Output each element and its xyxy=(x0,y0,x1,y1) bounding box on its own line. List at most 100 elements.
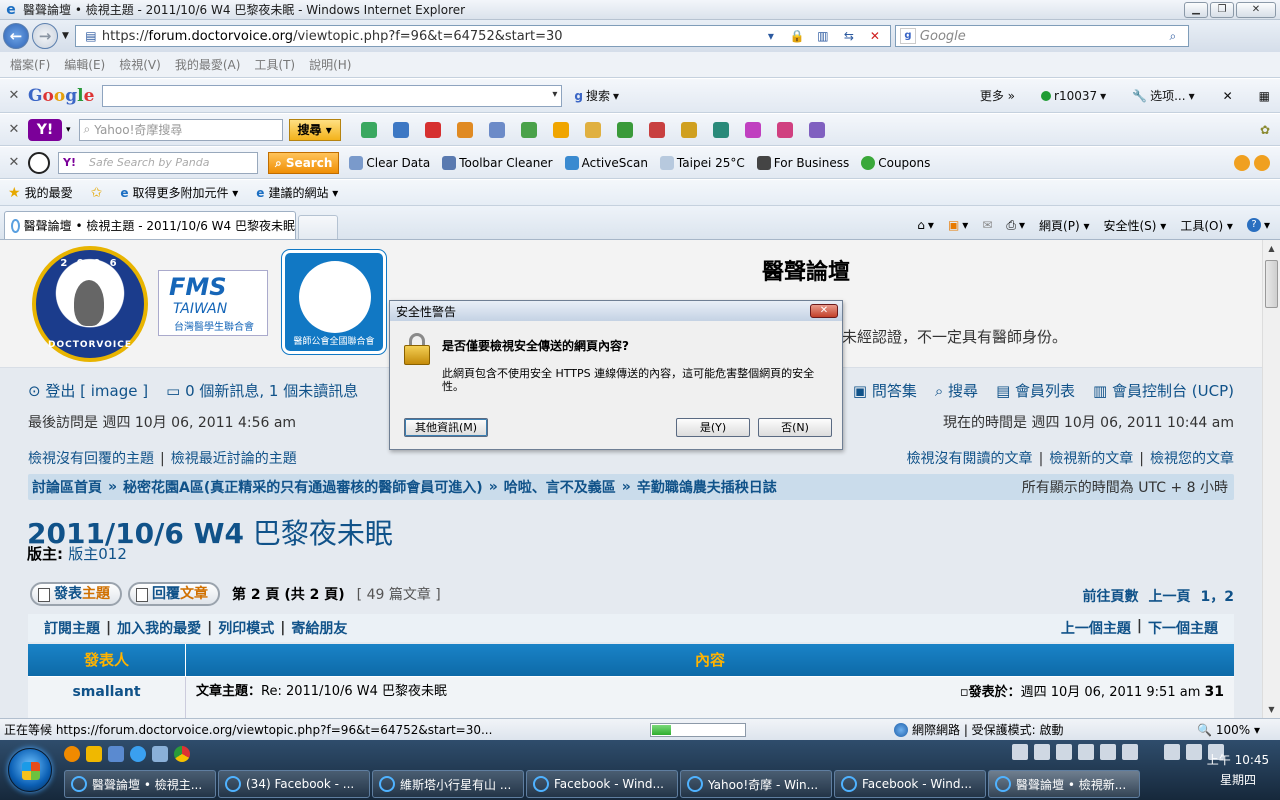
explorer-icon[interactable] xyxy=(108,746,124,762)
address-url[interactable]: https://forum.doctorvoice.org/viewtopic.… xyxy=(102,29,760,44)
no-button[interactable]: 否(N) xyxy=(758,418,832,437)
messenger-icon[interactable] xyxy=(776,121,793,138)
panda-search-button[interactable]: ⌕ Search xyxy=(268,151,340,174)
mail-icon[interactable] xyxy=(424,121,441,138)
moderator-link[interactable]: 版主012 xyxy=(68,545,127,563)
new-tab-button[interactable] xyxy=(298,215,338,239)
close-window-button[interactable]: ✕ xyxy=(1236,1,1276,18)
more-info-button[interactable]: 其他資訊(M) xyxy=(404,418,488,437)
task-button[interactable]: (34) Facebook - ... xyxy=(218,770,370,798)
options-button[interactable]: 🔧 选项... ▾ xyxy=(1132,87,1194,104)
ime-icon[interactable] xyxy=(1034,744,1050,760)
feeds-button[interactable]: ▣ ▾ xyxy=(948,218,968,232)
panda-search-input[interactable]: Safe Search by Panda xyxy=(58,151,258,174)
yahoo-logo[interactable]: Y! xyxy=(28,118,62,141)
toolbar-menu-icon[interactable]: ▦ xyxy=(1259,89,1270,103)
bookmark-icon[interactable] xyxy=(360,121,377,138)
clipboard-icon[interactable] xyxy=(392,121,409,138)
media-player-icon[interactable] xyxy=(86,746,102,762)
lock-icon[interactable]: 🔒 xyxy=(786,26,808,46)
get-addons-link[interactable]: e 取得更多附加元件 ▾ xyxy=(120,184,238,201)
unanswered-link[interactable]: 檢視沒有回覆的主題 xyxy=(28,451,154,467)
subscribe-link[interactable]: 訂閱主題 xyxy=(44,618,100,638)
news-icon[interactable] xyxy=(520,121,537,138)
network-icon[interactable] xyxy=(1012,744,1028,760)
post-number[interactable]: 31 xyxy=(1205,684,1224,700)
mail-button[interactable]: ✉ xyxy=(982,218,992,232)
new-posts-link[interactable]: 檢視新的文章 xyxy=(1049,451,1133,467)
task-button[interactable]: Facebook - Wind... xyxy=(526,770,678,798)
doctorvoice-logo[interactable]: 2 0 0 6 DOCTORVOICE xyxy=(32,246,148,362)
breadcrumb-home[interactable]: 討論區首頁 xyxy=(32,477,102,497)
safety-menu[interactable]: 安全性(S) ▾ xyxy=(1103,217,1166,234)
fms-taiwan-logo[interactable]: FMS TAIWAN 台灣醫學生聯合會 xyxy=(158,270,268,336)
yes-button[interactable]: 是(Y) xyxy=(676,418,750,437)
private-messages-link[interactable]: ▭ 0 個新訊息, 1 個未讀訊息 xyxy=(166,380,358,401)
tools-menu[interactable]: 工具(O) ▾ xyxy=(1180,217,1233,234)
ucp-link[interactable]: ▥ 會員控制台 (UCP) xyxy=(1093,380,1234,401)
coupons-button[interactable]: Coupons xyxy=(859,155,932,170)
post-author[interactable]: smallant xyxy=(28,677,186,718)
minimize-button[interactable]: ▁ xyxy=(1184,1,1208,18)
weather-button[interactable]: Taipei 25°C xyxy=(658,155,747,170)
home-button[interactable]: ⌂ ▾ xyxy=(917,218,934,232)
settings-icon[interactable]: ✿ xyxy=(1260,123,1270,137)
faq-link[interactable]: ▣ 問答集 xyxy=(853,380,917,401)
breadcrumb-secret-garden[interactable]: 秘密花園A區(真正精采的只有通過審核的醫師會員可進入) xyxy=(123,477,483,497)
task-button-active[interactable]: 醫聲論壇 • 檢視新... xyxy=(988,770,1140,798)
print-button[interactable]: ⎙ ▾ xyxy=(1006,218,1025,233)
task-button[interactable]: 醫聲論壇 • 檢視主... xyxy=(64,770,216,798)
compatibility-icon[interactable]: ▥ xyxy=(812,26,834,46)
answers-icon[interactable] xyxy=(488,121,505,138)
search-icon[interactable]: ⌕ xyxy=(1162,26,1184,46)
memberlist-link[interactable]: ▤ 會員列表 xyxy=(996,380,1075,401)
history-dropdown-icon[interactable]: ▼ xyxy=(62,31,69,41)
ie-icon[interactable] xyxy=(130,746,146,762)
back-button[interactable]: ← xyxy=(3,23,29,49)
yahoo-search-input[interactable]: ⌕ Yahoo!奇摩搜尋 xyxy=(78,118,283,141)
favorites-button[interactable]: ★ 我的最愛 xyxy=(8,184,73,201)
yahoo-search-button[interactable]: 搜尋 ▾ xyxy=(288,118,341,141)
bookmark-link[interactable]: 加入我的最愛 xyxy=(117,618,201,638)
menu-tools[interactable]: 工具(T) xyxy=(254,56,295,73)
close-toolbar-icon[interactable]: ✕ xyxy=(1223,89,1233,103)
reply-button[interactable]: 回覆文章 xyxy=(128,582,220,606)
desktop-icon[interactable] xyxy=(152,746,168,762)
print-link[interactable]: 列印模式 xyxy=(218,618,274,638)
menu-view[interactable]: 檢視(V) xyxy=(119,56,161,73)
stop-icon[interactable]: ✕ xyxy=(864,26,886,46)
forward-button[interactable]: → xyxy=(32,23,58,49)
zoom-icon[interactable] xyxy=(1254,154,1270,171)
scroll-up-icon[interactable]: ▲ xyxy=(1263,240,1280,257)
vertical-scrollbar[interactable]: ▲ ▼ xyxy=(1262,240,1280,718)
game-icon[interactable] xyxy=(616,121,633,138)
address-bar[interactable]: ▤ https://forum.doctorvoice.org/viewtopi… xyxy=(74,25,891,47)
your-posts-link[interactable]: 檢視您的文章 xyxy=(1150,451,1234,467)
search-input[interactable]: Google xyxy=(920,29,1162,44)
tma-logo[interactable]: 醫師公會全國聯合會 xyxy=(282,250,386,354)
person-icon[interactable] xyxy=(456,121,473,138)
panda-logo-icon[interactable] xyxy=(28,151,50,174)
fish-icon[interactable] xyxy=(552,121,569,138)
active-topics-link[interactable]: 檢視最近討論的主題 xyxy=(171,451,297,467)
page-numbers[interactable]: 1，2 xyxy=(1201,586,1234,606)
suggested-sites-link[interactable]: e 建議的網站 ▾ xyxy=(256,184,338,201)
address-dropdown-icon[interactable]: ▾ xyxy=(760,26,782,46)
unread-posts-link[interactable]: 檢視沒有閱讀的文章 xyxy=(907,451,1033,467)
prev-topic-link[interactable]: 上一個主題 xyxy=(1061,618,1131,638)
start-button[interactable] xyxy=(8,748,52,792)
help-icon[interactable] xyxy=(1100,744,1116,760)
new-topic-button[interactable]: 發表主題 xyxy=(30,582,122,606)
zoom-level[interactable]: 🔍 100% ▾ xyxy=(1197,723,1260,737)
help-button[interactable]: ? ▾ xyxy=(1246,218,1270,232)
breadcrumb-diary[interactable]: 辛勤職鴿農夫插秧日誌 xyxy=(637,477,777,497)
for-business-button[interactable]: For Business xyxy=(755,155,851,170)
goto-page-link[interactable]: 前往頁數 xyxy=(1083,586,1139,606)
clock[interactable]: 上午 10:45 星期四 xyxy=(1200,750,1276,790)
firefox-icon[interactable] xyxy=(64,746,80,762)
toolbar-cleaner-button[interactable]: Toolbar Cleaner xyxy=(440,155,554,170)
menu-help[interactable]: 說明(H) xyxy=(309,56,351,73)
close-toolbar-icon[interactable]: ✕ xyxy=(0,88,28,103)
google-search-input[interactable] xyxy=(102,84,563,107)
mail-icon[interactable] xyxy=(1164,744,1180,760)
